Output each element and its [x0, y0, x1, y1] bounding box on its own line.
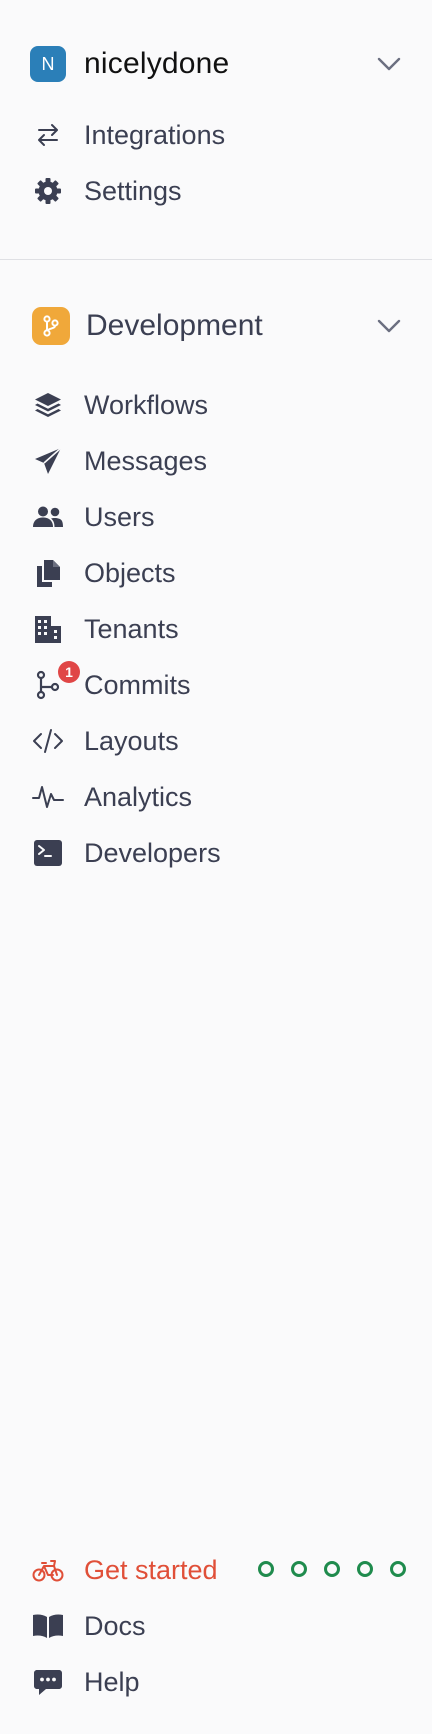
chat-bubble-icon: [30, 1664, 66, 1700]
nav-label: Messages: [84, 445, 208, 476]
terminal-icon: [30, 835, 66, 871]
nav-label: Commits: [84, 669, 191, 700]
sidebar: N nicelydone Integrations Settings Devel…: [0, 0, 432, 1734]
nav-item-settings[interactable]: Settings: [30, 171, 402, 211]
nav-label: Objects: [84, 557, 176, 588]
nav-item-integrations[interactable]: Integrations: [30, 115, 402, 155]
nav-item-tenants[interactable]: Tenants: [30, 609, 402, 649]
progress-step: [390, 1561, 406, 1577]
workspace-name: nicelydone: [84, 47, 230, 80]
progress-step: [357, 1561, 373, 1577]
nav-label: Help: [84, 1666, 140, 1697]
nav-item-developers[interactable]: Developers: [30, 833, 402, 873]
progress-step: [291, 1561, 307, 1577]
nav-label: Developers: [84, 837, 221, 868]
nav-item-objects[interactable]: Objects: [30, 553, 402, 593]
nav-item-help[interactable]: Help: [30, 1662, 402, 1702]
git-commit-icon: 1: [30, 661, 80, 703]
documents-icon: [30, 555, 66, 591]
users-icon: [30, 499, 66, 535]
nav-item-users[interactable]: Users: [30, 497, 402, 537]
progress-step: [324, 1561, 340, 1577]
paper-plane-icon: [30, 443, 66, 479]
nav-item-commits[interactable]: 1 Commits: [30, 661, 402, 705]
nav-item-layouts[interactable]: Layouts: [30, 721, 402, 761]
bicycle-icon: [30, 1552, 66, 1588]
nav-label: Integrations: [84, 119, 226, 150]
nav-label: Settings: [84, 175, 182, 206]
chevron-down-icon: [377, 57, 401, 71]
divider: [0, 259, 432, 260]
gear-icon: [30, 173, 66, 209]
nav-label: Workflows: [84, 389, 209, 420]
pulse-icon: [30, 779, 66, 815]
nav-label: Tenants: [84, 613, 179, 644]
notification-badge: 1: [58, 661, 80, 683]
chevron-down-icon: [377, 319, 401, 333]
layers-icon: [30, 387, 66, 423]
code-icon: [30, 723, 66, 759]
nav-item-messages[interactable]: Messages: [30, 441, 402, 481]
nav-item-workflows[interactable]: Workflows: [30, 385, 402, 425]
nav-label: Layouts: [84, 725, 179, 756]
environment-switcher[interactable]: Development: [32, 307, 402, 345]
workspace-switcher[interactable]: N nicelydone: [30, 46, 402, 82]
environment-name: Development: [86, 309, 263, 342]
nav-item-analytics[interactable]: Analytics: [30, 777, 402, 817]
building-icon: [30, 611, 66, 647]
workspace-avatar: N: [30, 46, 66, 82]
nav-label: Users: [84, 501, 155, 532]
onboarding-progress: [258, 1561, 406, 1577]
progress-step: [258, 1561, 274, 1577]
git-branch-icon: [32, 307, 70, 345]
book-icon: [30, 1608, 66, 1644]
nav-label: Get started: [84, 1554, 218, 1585]
nav-item-docs[interactable]: Docs: [30, 1606, 402, 1646]
nav-label: Docs: [84, 1610, 146, 1641]
nav-label: Analytics: [84, 781, 193, 812]
arrows-swap-icon: [30, 117, 66, 153]
